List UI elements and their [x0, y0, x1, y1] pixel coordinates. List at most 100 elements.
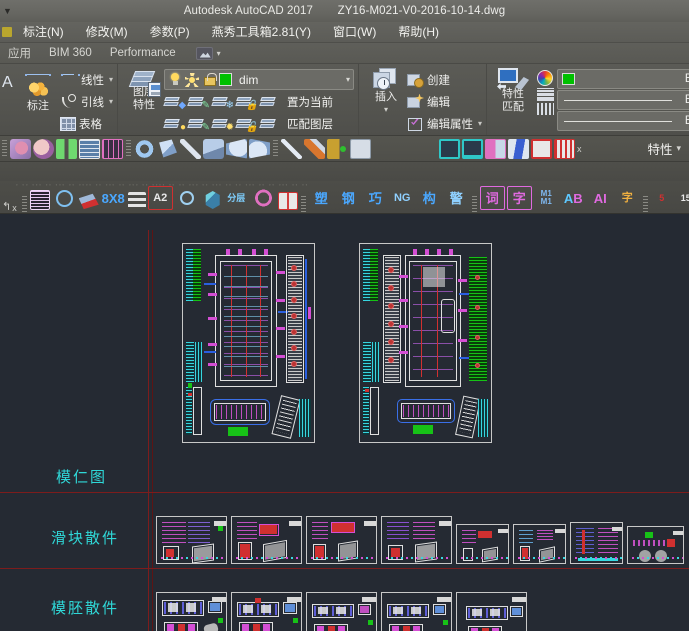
slider-part-sheet-5[interactable] [456, 524, 509, 564]
layer-thaw-icon[interactable]: ✎ [187, 114, 210, 134]
window-icon[interactable] [277, 192, 298, 210]
slider-part-sheet-6[interactable] [513, 524, 566, 564]
paint-icon[interactable] [78, 193, 99, 210]
layer-unlock-icon[interactable]: 🔓 [235, 114, 258, 134]
current-layer-dropdown[interactable]: dim ▾ [164, 69, 355, 90]
line-draw-icon[interactable] [281, 138, 302, 159]
erase-icon[interactable] [250, 186, 276, 210]
mold-core-view-right[interactable] [359, 243, 492, 443]
text-height-icon[interactable]: AI [588, 186, 613, 210]
linetype-dropdown[interactable]: ByLayer [557, 90, 689, 110]
match-properties-button[interactable]: 特性 匹配 [493, 66, 533, 114]
section-icon[interactable] [530, 138, 552, 159]
m1-icon[interactable]: M1 M1 [534, 186, 559, 210]
insert-caret-icon[interactable]: ▾ [384, 105, 388, 114]
layout-icon[interactable] [461, 138, 483, 159]
slider-part-sheet-8[interactable] [627, 526, 684, 564]
table-button[interactable]: 表格 [60, 113, 113, 134]
base-part-sheet-4[interactable] [381, 592, 452, 631]
detail-icon[interactable] [553, 138, 575, 159]
structure-icon[interactable]: 构 [417, 186, 442, 210]
menu-item-help[interactable]: 帮助(H) [387, 22, 450, 42]
magnify-icon[interactable] [175, 186, 200, 210]
ribbon-display-icon[interactable] [195, 46, 213, 60]
edit-block-button[interactable]: 编辑 [407, 91, 482, 112]
ribbon-display-caret-icon[interactable]: ▾ [217, 49, 221, 58]
toolbar-grip-1[interactable] [2, 140, 7, 157]
steel-icon[interactable]: 钢 [336, 186, 361, 210]
match-layer-label[interactable]: 匹配图层 [287, 116, 333, 132]
linetype-icon[interactable] [536, 103, 554, 115]
dim-15-icon[interactable]: 15 [675, 186, 689, 210]
render-icon[interactable] [484, 138, 506, 159]
skill-icon[interactable]: 巧 [363, 186, 388, 210]
lineweight-icon[interactable] [536, 88, 554, 101]
layer-lock-icon[interactable] [203, 73, 218, 86]
base-part-sheet-3[interactable] [306, 592, 377, 631]
menu-item-yanxiu-toolbox[interactable]: 燕秀工具箱2.81(Y) [201, 22, 322, 42]
layer-freeze-sun-icon[interactable] [185, 73, 199, 87]
ng-icon[interactable]: NG [390, 186, 415, 210]
a2-icon[interactable]: A2 [147, 186, 173, 210]
slider-part-sheet-7[interactable] [570, 522, 623, 564]
layer-off-icon[interactable]: ❄ [211, 92, 234, 112]
toolbar-grip-5[interactable] [300, 196, 306, 213]
line-modify-icon[interactable] [180, 138, 201, 159]
menu-item-parameters[interactable]: 参数(P) [139, 22, 201, 42]
layer-on-bulb-icon[interactable] [168, 72, 181, 87]
object-color-dropdown[interactable]: ByLayer [557, 69, 689, 89]
slider-part-sheet-4[interactable] [381, 516, 452, 564]
menu-app-icon[interactable] [2, 27, 12, 37]
extend-icon[interactable] [249, 138, 270, 159]
menu-item-modify[interactable]: 修改(M) [75, 22, 139, 42]
layer-unisolate-icon[interactable]: ✹ [211, 114, 234, 134]
toolbar-grip-4[interactable] [21, 196, 27, 213]
hatch-icon[interactable] [10, 138, 31, 159]
word-icon[interactable]: 词 [479, 186, 505, 210]
text-color-icon[interactable]: 字 [615, 186, 640, 210]
linear-dimension-button[interactable]: 线性 ▾ [60, 69, 113, 90]
dimension-button[interactable]: 标注 [16, 66, 60, 112]
block-icon[interactable] [350, 138, 371, 159]
node-icon[interactable] [327, 138, 348, 159]
leader-button[interactable]: 引线 ▾ [60, 91, 113, 112]
array-icon[interactable] [159, 139, 177, 158]
gradient-icon[interactable] [33, 138, 54, 159]
layer-split-icon[interactable]: 分层 [224, 186, 249, 210]
edit-attribute-caret-icon[interactable]: ▾ [478, 119, 482, 128]
warning-icon[interactable]: 警 [444, 186, 469, 210]
menu-item-window[interactable]: 窗口(W) [322, 22, 387, 42]
ab-icon[interactable]: AB [561, 186, 586, 210]
layer-lock-toggle-icon[interactable]: 🔒 [235, 92, 258, 112]
layer-color-swatch[interactable] [219, 73, 233, 86]
properties-flyout-caret-icon[interactable]: ▾ [676, 143, 681, 154]
leader-caret-icon[interactable]: ▾ [109, 97, 113, 106]
rotate-icon[interactable] [134, 138, 155, 159]
toolbar-grip-3[interactable] [273, 140, 278, 157]
trim-icon[interactable] [226, 138, 247, 159]
slider-part-sheet-3[interactable] [306, 516, 377, 564]
dim-5-icon[interactable]: 5 [651, 186, 673, 210]
layer-isolate-icon[interactable]: ◆ [163, 92, 186, 112]
drawing-canvas[interactable]: 模仁图 滑块散件 模胚散件 [0, 230, 689, 631]
region-icon[interactable] [56, 138, 77, 159]
plastic-icon[interactable]: 塑 [309, 186, 334, 210]
create-block-button[interactable]: 创建 [407, 69, 482, 90]
layer-properties-button[interactable]: 图层 特性 [124, 66, 164, 112]
slider-part-sheet-1[interactable] [156, 516, 227, 564]
base-part-sheet-5[interactable] [456, 592, 527, 631]
brush-icon[interactable] [304, 138, 325, 159]
layer-set-current-icon[interactable] [259, 92, 282, 112]
table-toolbar-icon[interactable] [79, 138, 100, 159]
slider-part-sheet-2[interactable] [231, 516, 302, 564]
toolbar-close-icon[interactable]: x [577, 144, 582, 154]
set-current-label[interactable]: 置为当前 [287, 94, 333, 110]
tab-performance[interactable]: Performance [102, 45, 186, 62]
mold-core-view-left[interactable] [182, 243, 315, 443]
viewport-icon[interactable] [438, 138, 460, 159]
layer-dropdown-caret-icon[interactable]: ▾ [346, 75, 350, 84]
tab-applications[interactable]: 应用 [0, 43, 41, 64]
lineweight-dropdown[interactable]: ByLayer [557, 111, 689, 131]
grid-icon[interactable] [29, 190, 50, 210]
toolbar-grip-2[interactable] [126, 140, 131, 157]
